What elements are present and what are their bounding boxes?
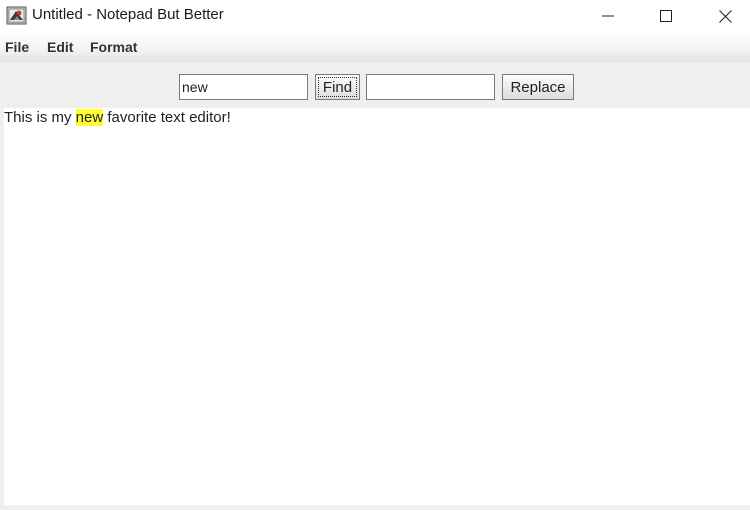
replace-input[interactable] [366,74,495,100]
app-icon[interactable] [6,5,27,26]
text-editor-area[interactable]: This is my new favorite text editor! [4,108,750,505]
find-replace-toolbar: Find Replace [0,62,750,108]
menu-bar: File Edit Format [0,32,750,62]
app-window: Untitled - Notepad But Better File Edit … [0,0,750,510]
minimize-button[interactable] [585,0,631,32]
text-after-match: favorite text editor! [103,109,231,126]
close-button[interactable] [702,0,748,32]
maximize-button[interactable] [643,0,689,32]
minimize-icon [602,10,614,22]
find-button[interactable]: Find [315,74,360,100]
replace-button[interactable]: Replace [502,74,574,100]
find-input[interactable] [179,74,308,100]
menu-format[interactable]: Format [90,39,137,55]
replace-button-label: Replace [510,78,566,96]
editor-line[interactable]: This is my new favorite text editor! [4,109,231,127]
text-before-match: This is my [4,109,76,126]
find-button-label: Find [322,78,353,96]
menu-edit[interactable]: Edit [47,39,73,55]
close-icon [718,9,732,23]
title-bar[interactable]: Untitled - Notepad But Better [0,0,750,32]
menu-file[interactable]: File [5,39,29,55]
window-title: Untitled - Notepad But Better [32,6,224,23]
search-match-highlight: new [75,109,104,126]
maximize-icon [660,10,672,22]
